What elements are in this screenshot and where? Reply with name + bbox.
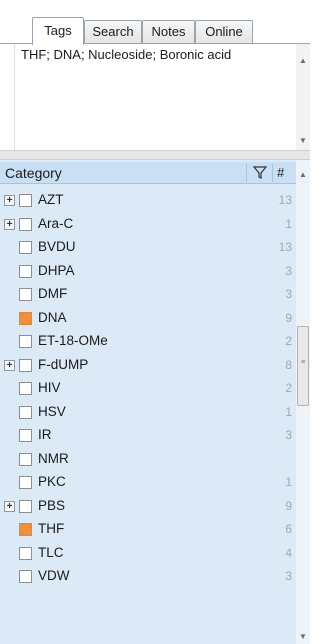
category-count: 8	[285, 357, 292, 372]
list-item[interactable]: + PBS 9	[0, 494, 296, 518]
list-item[interactable]: THF 6	[0, 517, 296, 541]
category-count: 9	[285, 498, 292, 513]
expand-icon[interactable]: +	[4, 359, 15, 371]
tab-bar: Tags Search Notes Online	[0, 0, 310, 45]
count-header[interactable]: #	[277, 165, 284, 180]
category-checkbox[interactable]	[19, 358, 32, 372]
category-count: 1	[285, 475, 292, 489]
category-checkbox[interactable]	[19, 570, 32, 583]
list-item[interactable]: + F-dUMP 8	[0, 353, 296, 377]
category-checkbox[interactable]	[19, 499, 32, 513]
category-count: 1	[285, 404, 292, 419]
scroll-down-arrow-icon[interactable]: ▼	[299, 632, 307, 641]
category-header-label: Category	[5, 165, 62, 181]
category-count: 3	[285, 287, 292, 301]
scroll-down-arrow-icon[interactable]: ▼	[299, 136, 307, 145]
category-checkbox[interactable]	[19, 311, 32, 325]
list-item[interactable]: BVDU 13	[0, 235, 296, 259]
category-checkbox[interactable]	[19, 264, 32, 278]
category-checkbox[interactable]	[19, 452, 32, 466]
category-label: DMF	[38, 286, 68, 301]
list-item[interactable]: VDW 3	[0, 564, 296, 588]
list-item[interactable]: NMR	[0, 447, 296, 471]
tab-tags[interactable]: Tags	[32, 17, 84, 45]
tags-scrollbar[interactable]: ▲ ▼	[296, 44, 310, 150]
category-label: HIV	[38, 380, 61, 395]
grip-icon: ≡	[301, 359, 306, 366]
category-scrollbar[interactable]: ▲ ≡ ▼	[296, 160, 310, 644]
category-label: F-dUMP	[38, 356, 89, 372]
category-checkbox[interactable]	[19, 194, 32, 207]
category-label: DNA	[38, 309, 67, 325]
category-label: ET-18-OMe	[38, 333, 108, 348]
category-checkbox[interactable]	[19, 241, 32, 254]
category-checkbox[interactable]	[19, 546, 32, 560]
category-count: 13	[278, 193, 292, 207]
category-checkbox[interactable]	[19, 429, 32, 442]
category-label: PKC	[38, 474, 66, 489]
category-label: HSV	[38, 403, 66, 419]
scrollbar-thumb[interactable]: ≡	[297, 326, 309, 406]
category-checkbox[interactable]	[19, 523, 32, 536]
list-item[interactable]: HIV 2	[0, 376, 296, 400]
scroll-up-arrow-icon[interactable]: ▲	[299, 56, 307, 65]
category-label: IR	[38, 427, 52, 442]
category-checkbox[interactable]	[19, 217, 32, 231]
expand-icon[interactable]: +	[4, 500, 15, 512]
list-item[interactable]: ET-18-OMe 2	[0, 329, 296, 353]
list-item[interactable]: DHPA 3	[0, 259, 296, 283]
category-checkbox[interactable]	[19, 476, 32, 489]
category-label: Ara-C	[38, 215, 74, 231]
category-header[interactable]: Category #	[0, 162, 296, 184]
expand-icon[interactable]: +	[4, 195, 15, 206]
category-label: AZT	[38, 192, 64, 207]
category-count: 3	[285, 569, 292, 583]
list-item[interactable]: TLC 4	[0, 541, 296, 565]
category-count: 3	[285, 428, 292, 442]
list-item[interactable]: HSV 1	[0, 400, 296, 424]
category-count: 13	[278, 240, 292, 254]
category-checkbox[interactable]	[19, 288, 32, 301]
tab-search[interactable]: Search	[84, 20, 142, 44]
category-checkbox[interactable]	[19, 335, 32, 348]
category-label: BVDU	[38, 239, 76, 254]
category-panel: Category # + AZT 13 + Ara-C 1 BVDU 13 DHPA 3 DMF 3 D…	[0, 160, 310, 644]
category-label: DHPA	[38, 262, 75, 278]
list-item[interactable]: DNA 9	[0, 306, 296, 330]
filter-icon[interactable]	[252, 164, 268, 180]
category-label: TLC	[38, 544, 64, 560]
category-label: VDW	[38, 568, 70, 583]
category-checkbox[interactable]	[19, 382, 32, 395]
expand-icon[interactable]: +	[4, 218, 15, 230]
list-item[interactable]: + Ara-C 1	[0, 212, 296, 236]
category-label: PBS	[38, 497, 66, 513]
header-separator	[246, 164, 247, 182]
category-label: THF	[38, 521, 65, 536]
header-separator	[272, 164, 273, 182]
list-item[interactable]: DMF 3	[0, 282, 296, 306]
category-checkbox[interactable]	[19, 405, 32, 419]
category-count: 2	[285, 381, 292, 395]
category-label: NMR	[38, 450, 69, 466]
tags-text-area[interactable]: THF; DNA; Nucleoside; Boronic acid ▲ ▼	[14, 44, 310, 150]
list-item[interactable]: IR 3	[0, 423, 296, 447]
list-item[interactable]: + AZT 13	[0, 188, 296, 212]
tab-notes[interactable]: Notes	[142, 20, 195, 44]
tags-text: THF; DNA; Nucleoside; Boronic acid	[21, 47, 232, 62]
scroll-up-arrow-icon[interactable]: ▲	[299, 170, 307, 179]
category-count: 2	[285, 334, 292, 348]
category-count: 4	[285, 545, 292, 560]
category-list: + AZT 13 + Ara-C 1 BVDU 13 DHPA 3 DMF 3 DNA 9 ET-18-OM…	[0, 188, 296, 588]
list-item[interactable]: PKC 1	[0, 470, 296, 494]
category-count: 6	[285, 522, 292, 536]
category-count: 1	[285, 216, 292, 231]
category-count: 3	[285, 263, 292, 278]
panel-splitter[interactable]	[0, 150, 310, 160]
category-count: 9	[285, 310, 292, 325]
tab-online[interactable]: Online	[195, 20, 253, 44]
